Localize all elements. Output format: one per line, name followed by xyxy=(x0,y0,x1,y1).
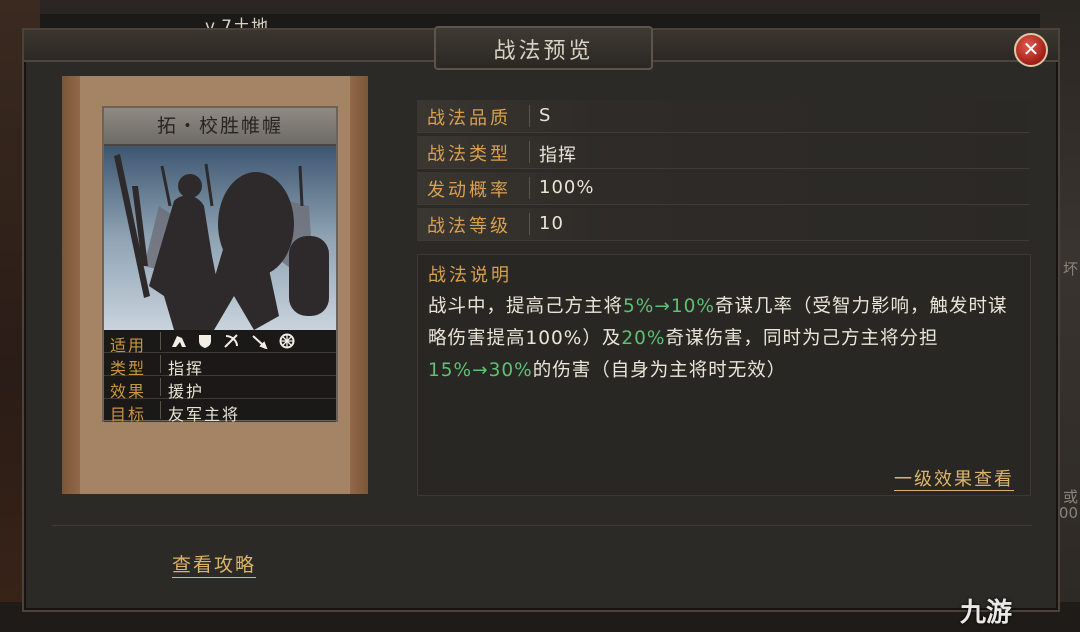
tactic-artwork xyxy=(104,146,336,330)
tactic-card: 拓・校胜帷幄 适用 类型 指挥 效果 援护 目标 友军主将 xyxy=(102,106,338,424)
footer-divider xyxy=(52,525,1032,526)
spear-icon xyxy=(252,335,268,349)
info-key: 目标 xyxy=(110,405,147,424)
info-row-effect: 效果 援护 xyxy=(104,376,336,401)
divider xyxy=(529,213,530,235)
stat-label: 战法品质 xyxy=(427,108,511,129)
info-row-target: 目标 友军主将 xyxy=(104,399,336,424)
siege-wheel-icon xyxy=(279,333,295,349)
info-row-applicable: 适用 xyxy=(104,330,336,355)
divider xyxy=(160,401,161,419)
stat-value: S xyxy=(539,105,552,126)
background-top xyxy=(0,0,1080,14)
description-part: 的伤害（自身为主将时无效） xyxy=(532,360,787,381)
cavalry-icon xyxy=(172,336,186,347)
divider xyxy=(160,332,161,350)
dialog-title: 战法预览 xyxy=(493,39,594,64)
divider xyxy=(529,177,530,199)
description-part: 战斗中，提高己方主将 xyxy=(428,296,624,317)
divider xyxy=(529,141,530,163)
stat-label: 发动概率 xyxy=(427,180,511,201)
card-title: 拓・校胜帷幄 xyxy=(156,115,283,137)
divider xyxy=(160,378,161,396)
description-highlight: 20% xyxy=(621,328,666,349)
level-one-effect-link[interactable]: 一级效果查看 xyxy=(894,465,1014,491)
info-row-type: 类型 指挥 xyxy=(104,353,336,378)
dialog-title-plate: 战法预览 xyxy=(434,26,653,70)
description-highlight: 5%→10% xyxy=(623,296,715,317)
divider xyxy=(160,355,161,373)
stat-row-quality: 战法品质 S xyxy=(417,100,1029,133)
bow-icon xyxy=(224,334,238,348)
description-box: 战法说明 战斗中，提高己方主将5%→10%奇谋几率（受智力影响，触发时谋略伤害提… xyxy=(417,254,1031,496)
stat-row-level: 战法等级 10 xyxy=(417,208,1029,241)
stat-label: 战法等级 xyxy=(427,216,511,237)
shield-icon xyxy=(199,335,211,348)
close-button[interactable]: ✕ xyxy=(1014,33,1048,67)
stat-row-probability: 发动概率 100% xyxy=(417,172,1029,205)
stat-value: 100% xyxy=(539,177,595,198)
description-part: 奇谋伤害，同时为己方主将分担 xyxy=(665,328,939,349)
info-value: 友军主将 xyxy=(168,405,241,424)
description-text: 战斗中，提高己方主将5%→10%奇谋几率（受智力影响，触发时谋略伤害提高100%… xyxy=(428,291,1026,387)
background-text: 坏 xyxy=(1062,260,1078,278)
watermark-logo: 九游 xyxy=(960,598,1013,628)
card-title-bar: 拓・校胜帷幄 xyxy=(104,108,336,146)
card-info-table: 适用 类型 指挥 效果 援护 目标 友军主将 xyxy=(104,330,336,424)
description-heading: 战法说明 xyxy=(428,265,512,286)
stat-value: 指挥 xyxy=(539,145,577,166)
stat-label: 战法类型 xyxy=(427,144,511,165)
divider xyxy=(529,105,530,127)
stat-value: 10 xyxy=(539,213,564,234)
stat-row-type: 战法类型 指挥 xyxy=(417,136,1029,169)
description-highlight: 15%→30% xyxy=(428,360,533,381)
view-guide-link[interactable]: 查看攻略 xyxy=(172,550,256,577)
tactic-preview-dialog: 战法预览 ✕ 拓・校胜帷幄 适用 类型 指挥 效果 援护 目标 友军主将 战法品… xyxy=(22,26,1060,612)
